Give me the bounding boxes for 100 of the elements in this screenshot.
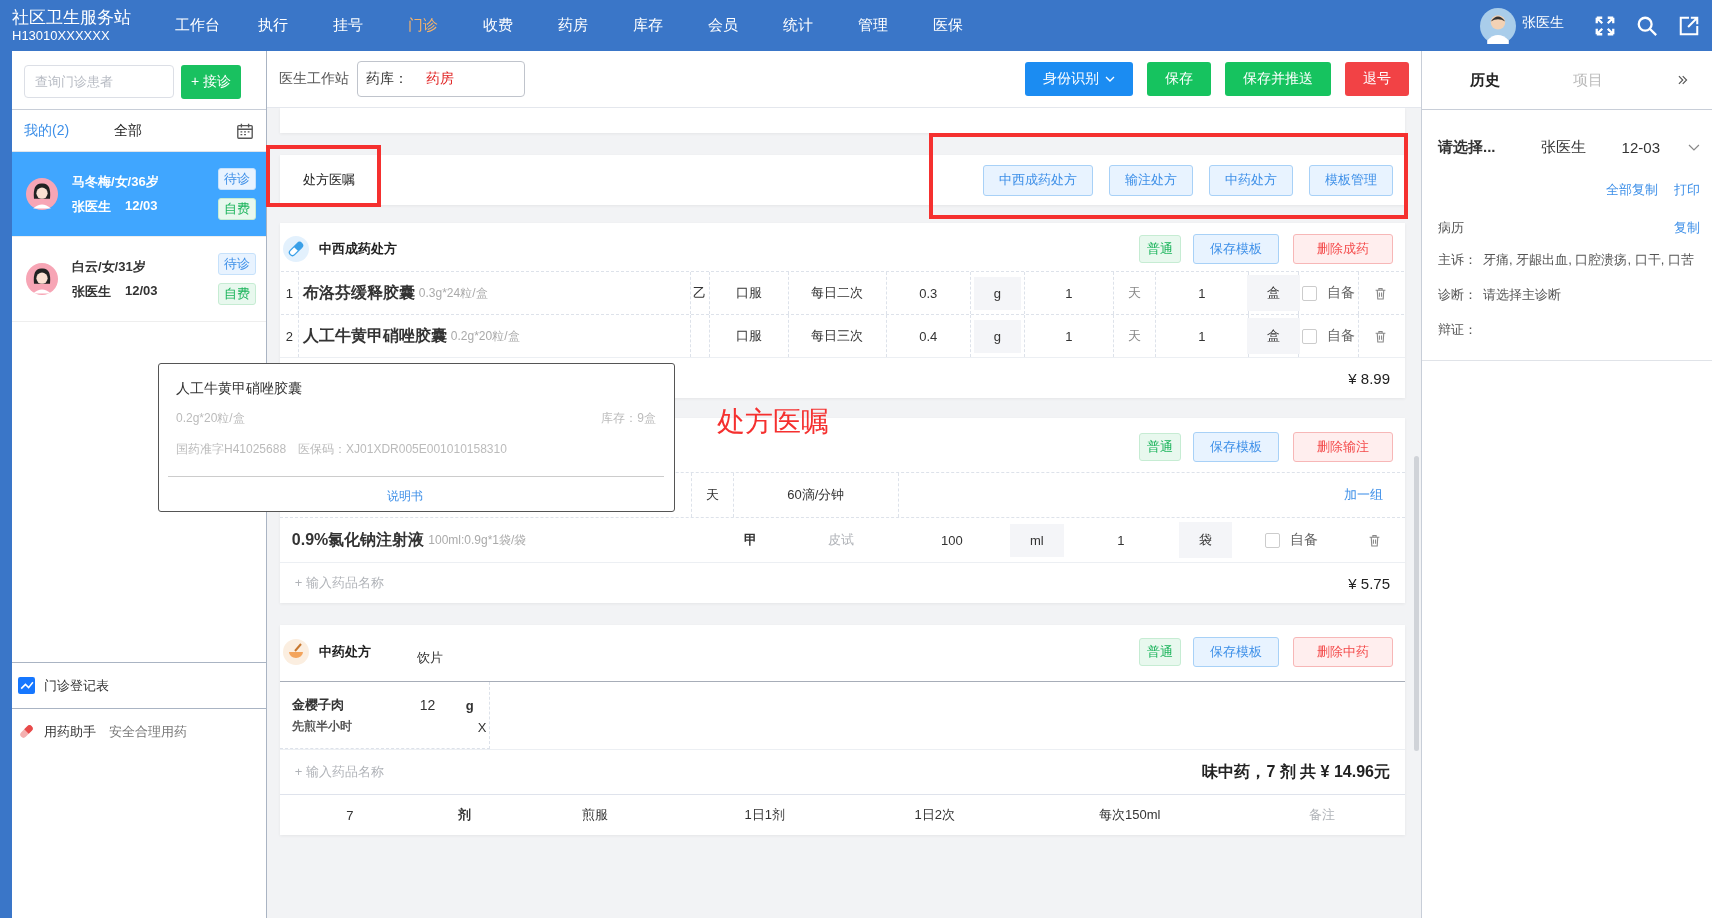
delete-icon[interactable] bbox=[1374, 329, 1388, 343]
herb-amount[interactable]: 12 bbox=[419, 697, 466, 713]
amount-cell[interactable]: 每次150ml bbox=[1019, 806, 1240, 824]
drug-name[interactable]: 布洛芬缓释胶囊 bbox=[302, 282, 415, 304]
herb-name[interactable]: 金樱子肉 bbox=[291, 696, 420, 714]
patient-item[interactable]: 白云/女/31岁 张医生 12/03 待诊 自费 bbox=[12, 237, 266, 322]
fullscreen-icon[interactable] bbox=[1594, 14, 1616, 37]
nav-tab[interactable]: 执行 bbox=[235, 16, 310, 35]
doses-cell[interactable]: 7 bbox=[279, 807, 420, 823]
user-name[interactable]: 张医生 bbox=[1522, 13, 1564, 32]
approval-number: 国药准字H41025688 bbox=[176, 441, 287, 458]
workstation-title: 医生工作站 bbox=[278, 70, 349, 88]
drug-name[interactable]: 人工牛黄甲硝唑胶囊 bbox=[302, 325, 447, 347]
delete-icon[interactable] bbox=[1367, 533, 1381, 547]
dose-cell[interactable]: 100 bbox=[896, 518, 1007, 562]
type-tag: 普通 bbox=[1139, 638, 1181, 666]
drug-name[interactable]: 0.9%氯化钠注射液 bbox=[291, 529, 425, 551]
drip-rate-cell[interactable]: 60滴/分钟 bbox=[733, 473, 899, 517]
delete-icon[interactable] bbox=[1374, 286, 1388, 300]
unit-select[interactable]: 袋 bbox=[1179, 522, 1233, 558]
unit-select[interactable]: 盒 bbox=[1246, 275, 1300, 311]
station-code: H13010XXXXXX bbox=[12, 28, 111, 43]
usage-cell[interactable]: 煎服 bbox=[509, 806, 680, 824]
unit-select[interactable]: 盒 bbox=[1246, 318, 1300, 354]
herb-unit: g bbox=[465, 697, 474, 713]
dose-unit: 剂 bbox=[457, 806, 473, 824]
filter-tab[interactable]: 全部 bbox=[114, 121, 224, 140]
days-unit: 天 bbox=[1113, 315, 1156, 357]
nav-tab[interactable]: 统计 bbox=[760, 16, 835, 35]
dose-cell[interactable]: 0.4 bbox=[886, 315, 971, 357]
copy-link[interactable]: 复制 bbox=[1674, 219, 1700, 237]
route-cell[interactable]: 口服 bbox=[709, 315, 789, 357]
patient-avatar-icon bbox=[26, 178, 58, 210]
field-value: 请选择主诊断 bbox=[1483, 287, 1561, 302]
nav-tab[interactable]: 药房 bbox=[535, 16, 610, 35]
field-label: 诊断： bbox=[1438, 287, 1477, 302]
insurance-grade: 甲 bbox=[742, 531, 758, 549]
patient-name: 白云/女/31岁 bbox=[72, 257, 147, 276]
print-link[interactable]: 打印 bbox=[1674, 181, 1700, 199]
copy-all-link[interactable]: 全部复制 bbox=[1606, 181, 1658, 199]
nav-tab[interactable]: 收费 bbox=[460, 16, 535, 35]
row-number: 2 bbox=[280, 315, 299, 357]
search-field[interactable]: 查询门诊患者 bbox=[24, 65, 174, 98]
section-title: 中西成药处方 bbox=[318, 240, 397, 258]
remove-button[interactable]: X bbox=[477, 720, 487, 735]
nav-tab[interactable]: 挂号 bbox=[310, 16, 385, 35]
tool-item[interactable]: 用药助手 安全合理用药 bbox=[12, 708, 266, 754]
nav-tab[interactable]: 管理 bbox=[835, 16, 910, 35]
add-group-link[interactable]: 加一组 bbox=[1344, 486, 1383, 504]
row-number: 1 bbox=[280, 272, 299, 314]
nav-tab[interactable]: 会员 bbox=[685, 16, 760, 35]
times-cell[interactable]: 1日2次 bbox=[849, 806, 1020, 824]
collapse-icon[interactable] bbox=[1676, 74, 1688, 86]
self-supplied-checkbox[interactable] bbox=[1301, 328, 1317, 344]
payment-badge: 自费 bbox=[217, 283, 256, 305]
visit-date: 12/03 bbox=[125, 282, 158, 300]
dose-cell[interactable]: 0.3 bbox=[886, 272, 971, 314]
toolbar-button[interactable]: 退号 bbox=[1345, 62, 1409, 96]
nav-tab[interactable]: 医保 bbox=[910, 16, 985, 35]
days-cell[interactable]: 1 bbox=[1024, 272, 1114, 314]
herb-form-select[interactable]: 饮片 bbox=[416, 649, 443, 667]
quantity-cell[interactable]: 1 bbox=[1066, 518, 1175, 562]
self-supplied-checkbox[interactable] bbox=[1265, 532, 1281, 548]
frequency-cell[interactable]: 每日二次 bbox=[788, 272, 887, 314]
nav-tab[interactable]: 库存 bbox=[610, 16, 685, 35]
user-avatar-icon[interactable] bbox=[1480, 7, 1516, 44]
field-label: 主诉： bbox=[1438, 252, 1477, 267]
history-select[interactable]: 请选择... 张医生 12-03 bbox=[1422, 110, 1712, 157]
unit-select[interactable]: g bbox=[973, 276, 1021, 310]
insurance-code: 医保码：XJ01XDR005E001010158310 bbox=[298, 441, 507, 458]
calendar-icon[interactable] bbox=[235, 121, 254, 140]
chevron-down-icon[interactable] bbox=[1688, 143, 1700, 152]
daily-cell[interactable]: 1日1剂 bbox=[679, 806, 850, 824]
drug-spec: 100ml:0.9g*1袋/袋 bbox=[428, 531, 527, 549]
checkbox-label: 自备 bbox=[1290, 531, 1319, 549]
annotation-label: 处方医嘱 bbox=[717, 405, 829, 439]
tool-label: 门诊登记表 bbox=[44, 676, 109, 695]
external-link-icon[interactable] bbox=[1678, 14, 1700, 37]
route-cell[interactable]: 口服 bbox=[709, 272, 789, 314]
drug-spec: 0.2g*20粒/盒 bbox=[450, 327, 520, 345]
app-name: 社区卫生服务站 bbox=[12, 8, 132, 28]
type-tag: 普通 bbox=[1139, 433, 1181, 461]
manual-link[interactable]: 说明书 bbox=[387, 488, 423, 505]
unit-select[interactable]: ml bbox=[1009, 523, 1064, 557]
checkbox-label: 自备 bbox=[1326, 327, 1355, 345]
days-cell[interactable]: 1 bbox=[1024, 315, 1114, 357]
self-supplied-checkbox[interactable] bbox=[1301, 285, 1317, 301]
nav-tab[interactable]: 工作台 bbox=[160, 16, 235, 35]
visit-date: 12/03 bbox=[125, 197, 158, 215]
tooltip-spec: 0.2g*20粒/盒 bbox=[176, 410, 245, 427]
search-icon[interactable] bbox=[1636, 14, 1658, 37]
herb-note[interactable]: 先煎半小时 bbox=[291, 718, 478, 735]
unit-select[interactable]: g bbox=[973, 319, 1021, 353]
tooltip-title: 人工牛黄甲硝唑胶囊 bbox=[176, 380, 303, 398]
pharmacy-select[interactable]: 药库： 药房 bbox=[356, 61, 525, 97]
panel-tab[interactable]: 历史 bbox=[1470, 70, 1574, 90]
capsule-icon bbox=[282, 236, 309, 262]
tool-item[interactable]: 门诊登记表 bbox=[12, 662, 266, 708]
frequency-cell[interactable]: 每日三次 bbox=[788, 315, 887, 357]
caret-icon bbox=[1105, 76, 1115, 82]
